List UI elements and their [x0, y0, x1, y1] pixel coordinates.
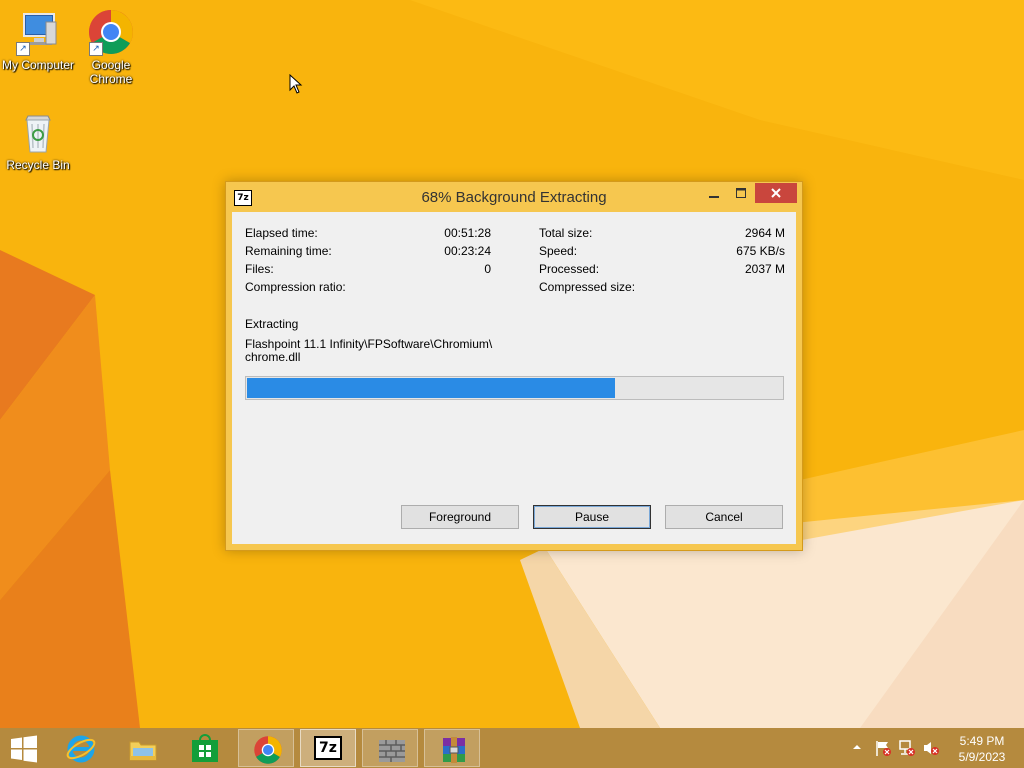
remaining-time-value: 00:23:24: [444, 244, 491, 258]
clock-time[interactable]: 5:49 PM: [947, 734, 1017, 748]
network-icon[interactable]: [898, 739, 916, 757]
maximize-button[interactable]: [728, 183, 754, 203]
total-size-label: Total size:: [539, 226, 593, 240]
chrome-icon: [254, 736, 282, 764]
processed-value: 2037 M: [744, 262, 785, 276]
desktop: ↗ My Computer ↗ Google Chrome Recycle Bi…: [0, 0, 1024, 728]
desktop-icon-label: Recycle Bin: [6, 158, 70, 172]
windows-logo-icon: [11, 735, 37, 763]
store-icon: [192, 734, 218, 762]
close-button[interactable]: [755, 183, 797, 203]
total-size-value: 2964 M: [744, 226, 785, 240]
taskbar: 7z 5:49 PM 5/9/2023: [0, 728, 1024, 768]
compressed-size-label: Compressed size:: [539, 280, 636, 294]
elapsed-time-label: Elapsed time:: [245, 226, 318, 240]
show-hidden-icons-chevron-up-icon[interactable]: [852, 742, 862, 752]
mouse-cursor-icon: [289, 74, 303, 94]
taskbar-firewall[interactable]: [362, 729, 418, 767]
speed-label: Speed:: [539, 244, 578, 258]
progress-bar: [245, 376, 784, 400]
computer-icon: ↗: [14, 8, 62, 56]
winrar-icon: [443, 737, 465, 763]
taskbar-winrar[interactable]: [424, 729, 480, 767]
7zip-icon: 7z: [314, 736, 342, 760]
start-button[interactable]: [0, 729, 48, 767]
current-file-name: chrome.dll: [245, 350, 301, 364]
minimize-button[interactable]: [700, 183, 728, 203]
elapsed-time-value: 00:51:28: [444, 226, 491, 240]
brick-wall-icon: [379, 740, 405, 762]
processed-label: Processed:: [539, 262, 600, 276]
cancel-button[interactable]: Cancel: [665, 505, 783, 529]
desktop-icon-recycle-bin[interactable]: Recycle Bin: [0, 108, 76, 172]
shortcut-arrow-icon: ↗: [16, 42, 30, 56]
files-label: Files:: [245, 262, 274, 276]
shortcut-arrow-icon: ↗: [89, 42, 103, 56]
taskbar-7-zip[interactable]: 7z: [300, 729, 356, 767]
speed-value: 675 KB/s: [736, 244, 785, 258]
internet-explorer-icon: [66, 735, 96, 763]
progress-bar-fill: [247, 378, 615, 398]
dialog-titlebar[interactable]: 7z 68% Background Extracting: [226, 182, 802, 212]
recycle-bin-icon: [14, 108, 62, 156]
folder-icon: [129, 741, 157, 761]
foreground-button[interactable]: Foreground: [401, 505, 519, 529]
operation-status: Extracting: [245, 317, 299, 331]
remaining-time-label: Remaining time:: [245, 244, 332, 258]
taskbar-windows-store[interactable]: [176, 729, 232, 767]
close-icon: [771, 188, 781, 198]
taskbar-file-explorer[interactable]: [114, 729, 170, 767]
speaker-muted-icon[interactable]: [922, 739, 940, 757]
desktop-icon-label: Google Chrome: [89, 58, 133, 86]
extract-progress-dialog: 7z 68% Background Extracting Elapsed tim…: [225, 181, 803, 551]
current-file-path: Flashpoint 11.1 Infinity\FPSoftware\Chro…: [245, 337, 493, 351]
maximize-icon: [736, 188, 746, 198]
chrome-icon: ↗: [87, 8, 135, 56]
files-value: 0: [484, 262, 491, 276]
pause-button[interactable]: Pause: [533, 505, 651, 529]
action-center-flag-icon[interactable]: [874, 739, 892, 757]
desktop-icon-google-chrome[interactable]: ↗ Google Chrome: [73, 8, 149, 86]
taskbar-google-chrome[interactable]: [238, 729, 294, 767]
minimize-icon: [709, 196, 719, 198]
clock-date[interactable]: 5/9/2023: [947, 750, 1017, 764]
desktop-icon-my-computer[interactable]: ↗ My Computer: [0, 8, 76, 72]
dialog-client: Elapsed time: 00:51:28 Remaining time: 0…: [232, 212, 796, 544]
desktop-icon-label: My Computer: [1, 58, 75, 72]
taskbar-internet-explorer[interactable]: [52, 729, 108, 767]
compression-ratio-label: Compression ratio:: [245, 280, 346, 294]
